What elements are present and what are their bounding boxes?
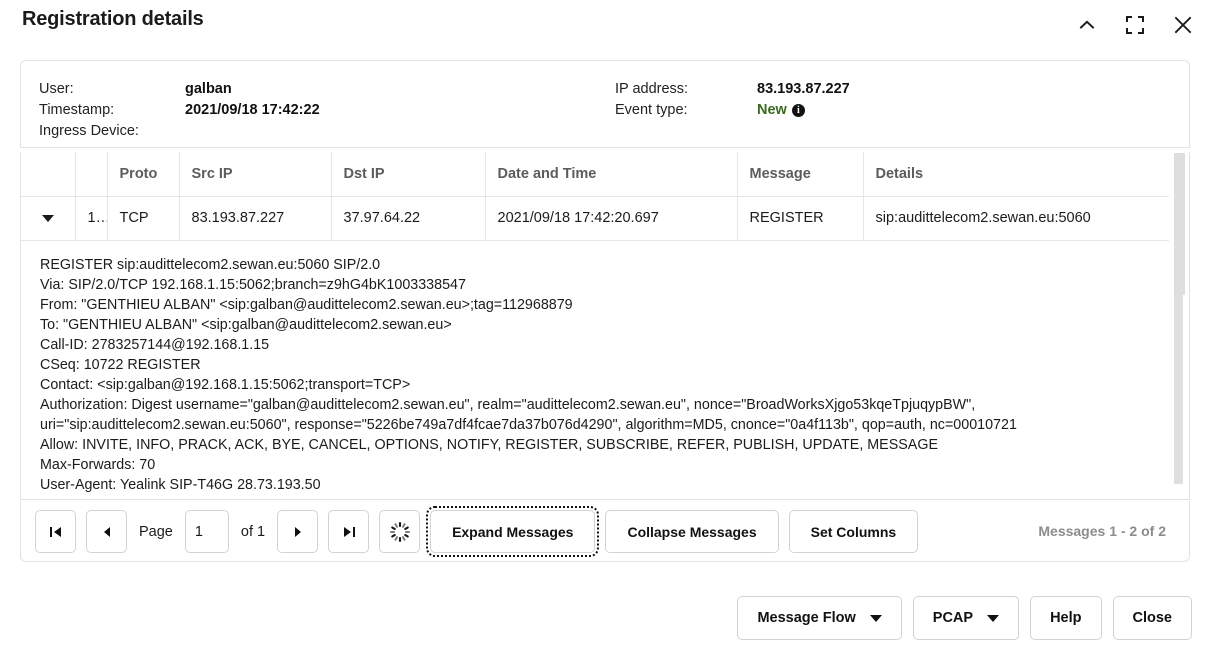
registration-details-dialog: Registration details User: Timestamp: xyxy=(0,0,1210,648)
dialog-header: Registration details xyxy=(0,0,1210,48)
summary-left-labels: User: Timestamp: Ingress Device: xyxy=(39,79,139,142)
cell-details: sip:audittelecom2.sewan.eu:5060 xyxy=(863,196,1169,240)
ip-address-label: IP address: xyxy=(615,79,688,100)
ingress-device-label: Ingress Device: xyxy=(39,121,139,142)
col-header-details[interactable]: Details xyxy=(863,152,1169,196)
chevron-down-icon[interactable] xyxy=(42,215,54,222)
col-header-proto[interactable]: Proto xyxy=(107,152,179,196)
message-flow-button[interactable]: Message Flow xyxy=(737,596,901,640)
set-columns-button[interactable]: Set Columns xyxy=(789,510,919,553)
col-header-message[interactable]: Message xyxy=(737,152,863,196)
col-header-src-ip[interactable]: Src IP xyxy=(179,152,331,196)
user-value: galban xyxy=(185,79,320,100)
help-button[interactable]: Help xyxy=(1030,596,1101,640)
col-header-dst-ip[interactable]: Dst IP xyxy=(331,152,485,196)
sip-message-body: REGISTER sip:audittelecom2.sewan.eu:5060… xyxy=(21,241,1169,499)
col-header-expand[interactable] xyxy=(21,152,75,196)
prev-page-icon[interactable] xyxy=(86,510,127,553)
page-label: Page xyxy=(137,524,175,540)
first-page-icon[interactable] xyxy=(35,510,76,553)
collapse-icon[interactable] xyxy=(1074,12,1100,38)
event-type-value: New xyxy=(757,102,787,118)
table-row[interactable]: 1 TCP 83.193.87.227 37.97.64.22 2021/09/… xyxy=(21,196,1169,240)
table-scrollbar-thumb[interactable] xyxy=(1174,153,1185,295)
table-header-row: Proto Src IP Dst IP Date and Time Messag… xyxy=(21,152,1169,196)
user-label: User: xyxy=(39,79,139,100)
pcap-label: PCAP xyxy=(933,610,973,626)
close-icon[interactable] xyxy=(1170,12,1196,38)
pagination-controls: Page of 1 Expand Messages Collapse Messa… xyxy=(35,510,918,553)
expand-messages-button[interactable]: Expand Messages xyxy=(430,510,595,553)
message-flow-label: Message Flow xyxy=(757,610,855,626)
chevron-down-icon xyxy=(987,615,999,622)
next-page-icon[interactable] xyxy=(277,510,318,553)
dialog-footer: Message Flow PCAP Help Close xyxy=(737,596,1192,640)
messages-table: Proto Src IP Dst IP Date and Time Messag… xyxy=(21,152,1169,241)
cell-index: 1 xyxy=(75,196,107,240)
cell-date-and-time: 2021/09/18 17:42:20.697 xyxy=(485,196,737,240)
page-title: Registration details xyxy=(22,8,204,31)
timestamp-value: 2021/09/18 17:42:22 xyxy=(185,100,320,121)
page-total-label: of 1 xyxy=(239,524,267,540)
summary-left-values: galban 2021/09/18 17:42:22 xyxy=(185,79,320,142)
row-expand-toggle[interactable] xyxy=(21,196,75,240)
cell-src-ip: 83.193.87.227 xyxy=(179,196,331,240)
last-page-icon[interactable] xyxy=(328,510,369,553)
sip-message-text: REGISTER sip:audittelecom2.sewan.eu:5060… xyxy=(40,255,1169,495)
info-icon[interactable]: i xyxy=(792,104,805,117)
summary-right-labels: IP address: Event type: xyxy=(615,79,688,121)
col-header-index[interactable] xyxy=(75,152,107,196)
chevron-down-icon xyxy=(870,615,882,622)
pagination-toolbar: Page of 1 Expand Messages Collapse Messa… xyxy=(20,501,1190,562)
ip-address-value: 83.193.87.227 xyxy=(757,79,850,100)
cell-message: REGISTER xyxy=(737,196,863,240)
event-type-label: Event type: xyxy=(615,100,688,121)
summary-panel: User: Timestamp: Ingress Device: galban … xyxy=(20,60,1190,148)
loading-spinner-icon xyxy=(390,522,410,542)
col-header-date-and-time[interactable]: Date and Time xyxy=(485,152,737,196)
table-scrollbar[interactable] xyxy=(1174,153,1185,498)
refresh-icon[interactable] xyxy=(379,510,420,553)
messages-table-container: Proto Src IP Dst IP Date and Time Messag… xyxy=(20,152,1190,500)
ingress-device-value xyxy=(185,121,320,142)
page-input[interactable] xyxy=(185,510,229,553)
event-type-row: Newi xyxy=(757,100,850,121)
timestamp-label: Timestamp: xyxy=(39,100,139,121)
close-button[interactable]: Close xyxy=(1113,596,1193,640)
collapse-messages-button[interactable]: Collapse Messages xyxy=(605,510,778,553)
fullscreen-icon[interactable] xyxy=(1122,12,1148,38)
cell-dst-ip: 37.97.64.22 xyxy=(331,196,485,240)
summary-right-values: 83.193.87.227 Newi xyxy=(757,79,850,121)
header-icon-group xyxy=(1074,12,1196,38)
message-count-status: Messages 1 - 2 of 2 xyxy=(1038,523,1166,539)
cell-proto: TCP xyxy=(107,196,179,240)
pcap-button[interactable]: PCAP xyxy=(913,596,1019,640)
